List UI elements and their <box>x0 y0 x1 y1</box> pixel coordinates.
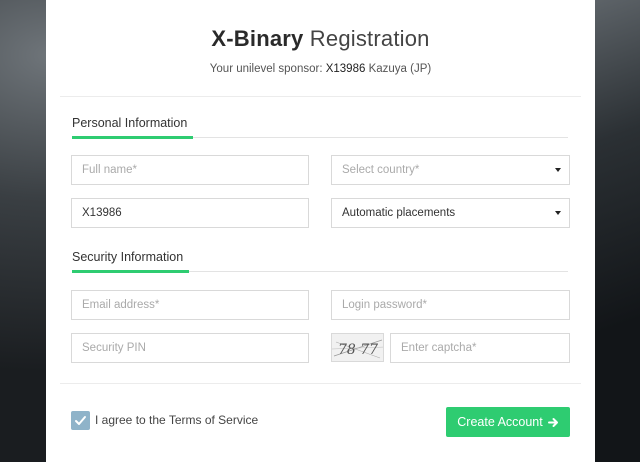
modal-title: X-Binary Registration <box>46 26 595 52</box>
sponsor-line: Your unilevel sponsor: X13986 Kazuya (JP… <box>46 63 595 75</box>
email-input[interactable]: Email address* <box>71 290 309 320</box>
header-divider <box>60 96 581 97</box>
placement-value: Automatic placements <box>342 207 456 219</box>
security-info-underline <box>72 270 568 273</box>
footer-divider <box>60 383 581 384</box>
sponsor-id-input[interactable]: X13986 <box>71 198 309 228</box>
title-brand: X-Binary <box>211 26 304 51</box>
captcha-placeholder: Enter captcha* <box>401 342 477 354</box>
full-name-input[interactable]: Full name* <box>71 155 309 185</box>
placement-select[interactable]: Automatic placements <box>331 198 570 228</box>
personal-info-heading: Personal Information <box>72 116 188 130</box>
security-pin-input[interactable]: Security PIN <box>71 333 309 363</box>
check-icon <box>75 416 86 425</box>
captcha-image: 78 77 <box>331 333 384 362</box>
caret-down-icon <box>555 168 561 172</box>
title-text: Registration <box>309 26 430 51</box>
password-placeholder: Login password* <box>342 299 428 311</box>
sponsor-name: Kazuya (JP) <box>368 63 432 75</box>
password-input[interactable]: Login password* <box>331 290 570 320</box>
security-info-heading: Security Information <box>72 250 184 264</box>
email-placeholder: Email address* <box>82 299 160 311</box>
full-name-placeholder: Full name* <box>82 164 137 176</box>
sponsor-id-value: X13986 <box>82 207 122 219</box>
create-account-label: Create Account <box>457 415 543 429</box>
agree-checkbox[interactable] <box>71 411 90 430</box>
security-pin-placeholder: Security PIN <box>82 342 146 354</box>
registration-modal: X-Binary Registration Your unilevel spon… <box>46 0 595 462</box>
security-info-accent <box>72 270 189 273</box>
country-select[interactable]: Select country* <box>331 155 570 185</box>
captcha-input[interactable]: Enter captcha* <box>390 333 570 363</box>
personal-info-accent <box>72 136 193 139</box>
personal-info-underline <box>72 136 568 139</box>
caret-down-icon <box>555 211 561 215</box>
sponsor-code: X13986 <box>325 63 366 75</box>
sponsor-prefix: Your unilevel sponsor: <box>209 63 323 75</box>
captcha-text: 78 77 <box>338 342 378 358</box>
create-account-button[interactable]: Create Account <box>446 407 570 437</box>
background-photo-right <box>594 0 640 462</box>
agree-label[interactable]: I agree to the Terms of Service <box>95 413 258 427</box>
arrow-right-icon <box>547 417 558 427</box>
country-placeholder: Select country* <box>342 164 420 176</box>
